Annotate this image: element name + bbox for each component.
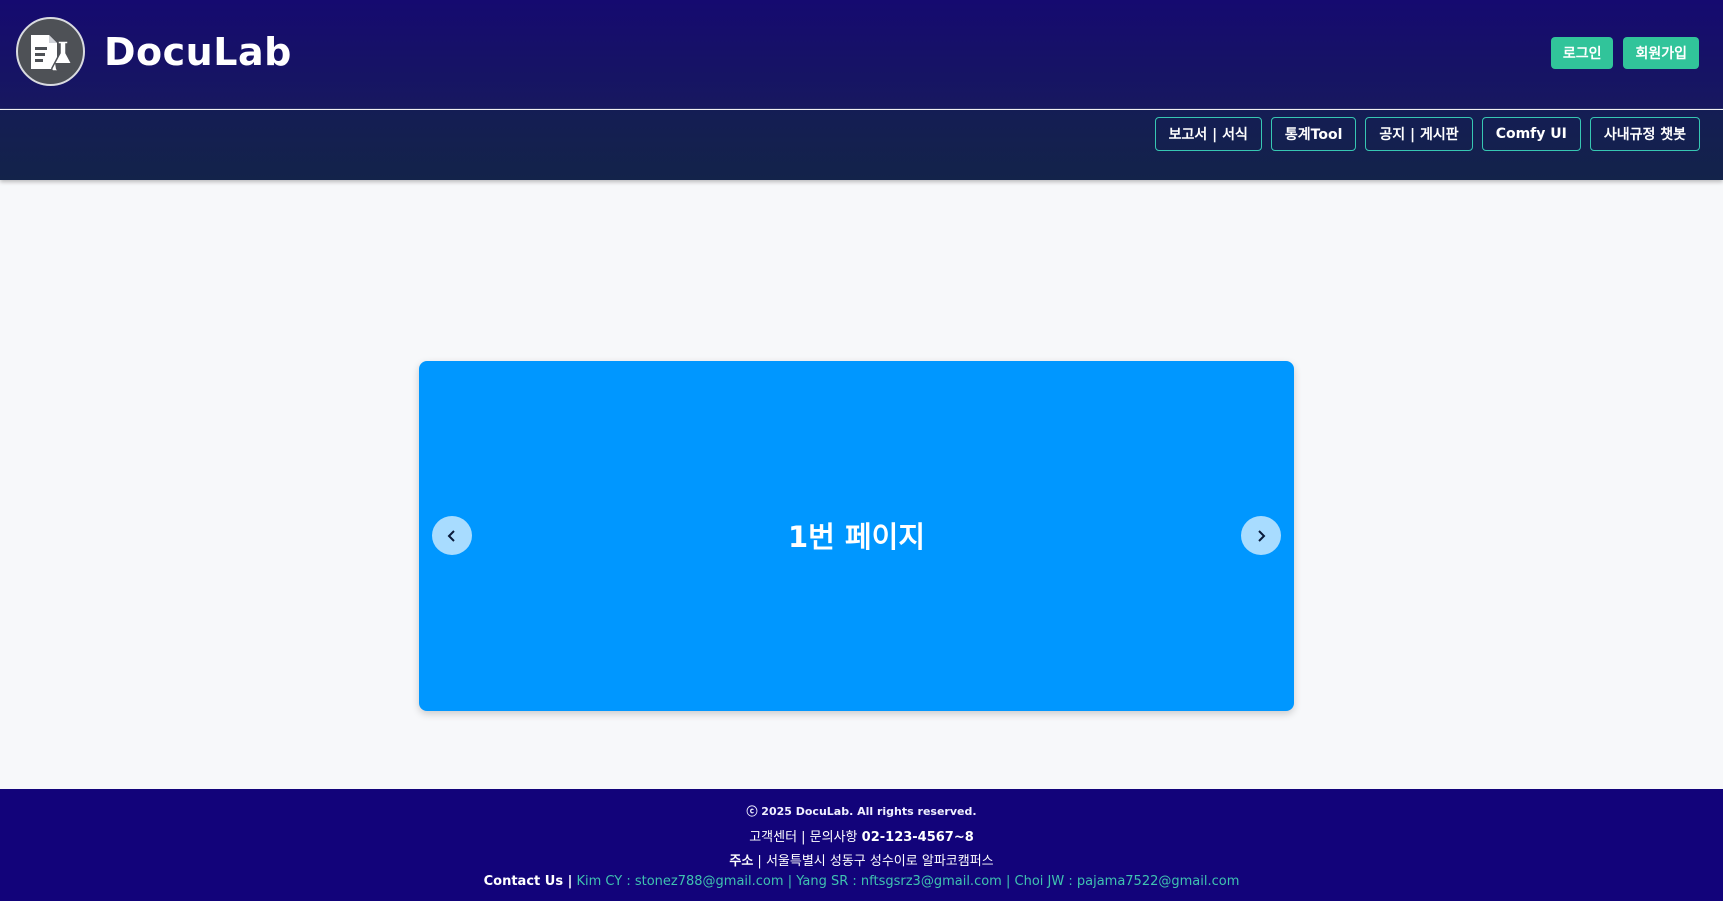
nav-item-policy-chatbot[interactable]: 사내규정 챗봇 (1589, 117, 1700, 151)
nav-item-comfy-ui[interactable]: Comfy UI (1481, 117, 1581, 151)
brand-name: DocuLab (104, 29, 292, 74)
contact-choi[interactable]: Choi JW : pajama7522@gmail.com (1015, 874, 1240, 889)
nav-item-report-forms[interactable]: 보고서 | 서식 (1154, 117, 1262, 151)
carousel-slide: 1번 페이지 (419, 361, 1294, 711)
nav-menu: 보고서 | 서식 통계Tool 공지 | 게시판 Comfy UI 사내규정 챗… (1154, 117, 1700, 151)
footer: ⓒ 2025 DocuLab. All rights reserved. 고객센… (0, 789, 1723, 901)
contact-label: Contact Us | (483, 874, 573, 889)
logo[interactable]: DocuLab (16, 17, 292, 86)
main-navbar: 보고서 | 서식 통계Tool 공지 | 게시판 Comfy UI 사내규정 챗… (0, 110, 1723, 180)
support-phone: 02-123-4567~8 (861, 830, 974, 845)
top-header: DocuLab 로그인 회원가입 (0, 0, 1723, 109)
nav-item-stats-tool[interactable]: 통계Tool (1270, 117, 1357, 151)
footer-copyright: ⓒ 2025 DocuLab. All rights reserved. (746, 805, 977, 818)
address-label: 주소 (729, 854, 754, 869)
carousel-next-button[interactable] (1241, 516, 1281, 555)
slide-title: 1번 페이지 (788, 520, 925, 554)
footer-support: 고객센터 | 문의사항 02-123-4567~8 (0, 826, 1723, 845)
contact-yang[interactable]: Yang SR : nftsgsrz3@gmail.com (796, 874, 1002, 889)
signup-button[interactable]: 회원가입 (1623, 37, 1699, 69)
auth-actions: 로그인 회원가입 (1550, 37, 1699, 69)
nav-item-notice-board[interactable]: 공지 | 게시판 (1365, 117, 1473, 151)
address-text: | 서울특별시 성동구 성수이로 알파코캠퍼스 (753, 854, 994, 869)
footer-contact: Contact Us | Kim CY : stonez788@gmail.co… (0, 874, 1723, 889)
document-flask-icon (16, 17, 85, 86)
login-button[interactable]: 로그인 (1550, 37, 1614, 69)
contact-kim[interactable]: Kim CY : stonez788@gmail.com (576, 874, 783, 889)
chevron-right-icon (1258, 529, 1266, 542)
contact-separator: | (787, 874, 793, 889)
support-label: 고객센터 | 문의사항 (749, 830, 862, 845)
contact-separator: | (1005, 874, 1011, 889)
footer-address: 주소 | 서울특별시 성동구 성수이로 알파코캠퍼스 (0, 850, 1723, 869)
